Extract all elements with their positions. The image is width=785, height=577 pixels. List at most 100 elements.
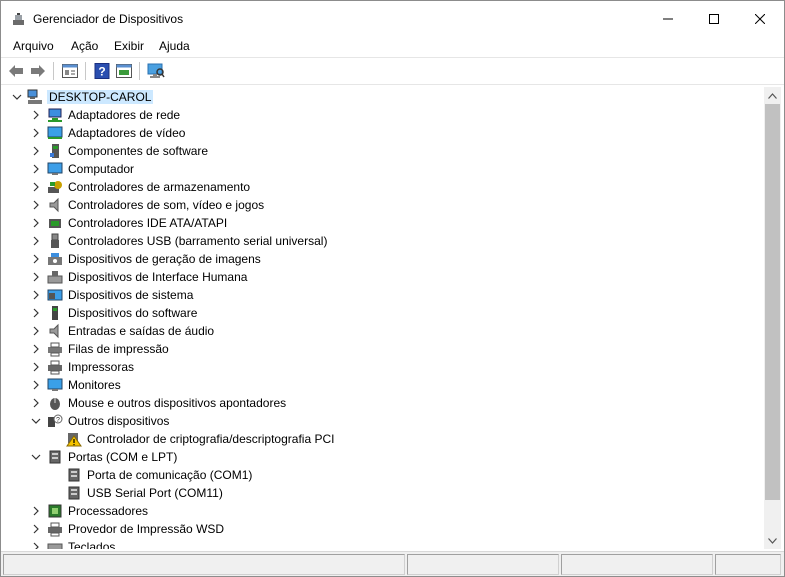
chevron-right-icon[interactable] [30, 271, 42, 283]
tree-category-label: Portas (COM e LPT) [68, 450, 178, 464]
close-icon [755, 13, 765, 24]
tree-category-label: Dispositivos de sistema [68, 288, 194, 302]
chevron-right-icon[interactable] [30, 109, 42, 121]
scan-hardware-icon [147, 63, 165, 78]
print-queue-icon [48, 342, 62, 357]
tree-category-row[interactable]: Portas (COM e LPT) [3, 448, 763, 466]
tree-category-label: Outros dispositivos [68, 414, 170, 428]
device-tree[interactable]: DESKTOP-CAROL Adaptadores de rede Adaptad… [3, 87, 763, 549]
maximize-button[interactable] [691, 1, 737, 36]
update-driver-button[interactable] [115, 62, 133, 80]
chevron-right-icon[interactable] [30, 325, 42, 337]
tree-category-label: Dispositivos de geração de imagens [68, 252, 261, 266]
processor-icon [48, 504, 62, 518]
tree-category-label: Computador [68, 162, 135, 176]
forward-button[interactable] [29, 62, 47, 80]
tree-category-row[interactable]: Adaptadores de vídeo [3, 124, 763, 142]
tree-category-row[interactable]: Mouse e outros dispositivos apontadores [3, 394, 763, 412]
tree-category-label: Adaptadores de rede [68, 108, 181, 122]
software-component-icon [50, 144, 59, 158]
tree-category-row[interactable]: Controladores IDE ATA/ATAPI [3, 214, 763, 232]
help-button[interactable]: ? [93, 62, 111, 80]
tree-category-row[interactable]: Monitores [3, 376, 763, 394]
maximize-icon [709, 13, 719, 24]
chevron-right-icon[interactable] [30, 217, 42, 229]
tree-root-row[interactable]: DESKTOP-CAROL [3, 88, 763, 106]
chevron-right-icon[interactable] [30, 145, 42, 157]
menu-exibir[interactable]: Exibir [114, 39, 144, 53]
software-device-icon [52, 306, 58, 320]
toolbar-separator [53, 62, 54, 80]
vertical-scrollbar[interactable] [764, 87, 781, 549]
chevron-right-icon[interactable] [30, 343, 42, 355]
chevron-right-icon[interactable] [30, 235, 42, 247]
tree-category-row[interactable]: Filas de impressão [3, 340, 763, 358]
tree-device-row[interactable]: USB Serial Port (COM11) [3, 484, 763, 502]
chevron-right-icon[interactable] [30, 397, 42, 409]
computer-icon [47, 162, 63, 175]
menu-acao[interactable]: Ação [71, 39, 98, 53]
tree-category-row[interactable]: Entradas e saídas de áudio [3, 322, 763, 340]
chevron-down-icon[interactable] [30, 451, 42, 463]
properties-button[interactable] [61, 62, 79, 80]
tree-category-row[interactable]: Dispositivos de geração de imagens [3, 250, 763, 268]
tree-category-row[interactable]: Controladores USB (barramento serial uni… [3, 232, 763, 250]
scroll-down-button[interactable] [764, 532, 781, 549]
tree-category-row[interactable]: Teclados [3, 538, 763, 549]
tree-category-row[interactable]: Controladores de som, vídeo e jogos [3, 196, 763, 214]
tree-category-row[interactable]: Provedor de Impressão WSD [3, 520, 763, 538]
tree-category-row[interactable]: Adaptadores de rede [3, 106, 763, 124]
menu-ajuda[interactable]: Ajuda [159, 39, 190, 53]
tree-category-row[interactable]: Dispositivos de Interface Humana [3, 268, 763, 286]
menu-arquivo[interactable]: Arquivo [13, 39, 54, 53]
scrollbar-thumb[interactable] [765, 104, 780, 500]
device-manager-app-icon [11, 11, 27, 27]
tree-category-label: Controladores de armazenamento [68, 180, 251, 194]
tree-category-row[interactable]: Controladores de armazenamento [3, 178, 763, 196]
chevron-right-icon[interactable] [30, 289, 42, 301]
tree-category-row[interactable]: Dispositivos de sistema [3, 286, 763, 304]
chevron-right-icon[interactable] [30, 181, 42, 193]
status-pane [3, 554, 405, 575]
scan-hardware-button[interactable] [147, 62, 165, 80]
chevron-right-icon[interactable] [30, 523, 42, 535]
tree-category-label: Impressoras [68, 360, 135, 374]
tree-category-label: Controladores USB (barramento serial uni… [68, 234, 328, 248]
chevron-right-icon[interactable] [30, 127, 42, 139]
chevron-right-icon[interactable] [30, 253, 42, 265]
tree-category-label: Provedor de Impressão WSD [68, 522, 225, 536]
tree-category-row[interactable]: Componentes de software [3, 142, 763, 160]
chevron-down-icon [768, 537, 777, 544]
chevron-right-icon[interactable] [30, 199, 42, 211]
storage-controller-icon [48, 181, 62, 193]
chevron-down-icon[interactable] [11, 91, 23, 103]
tree-device-row[interactable]: Controlador de criptografia/descriptogra… [3, 430, 763, 448]
chevron-right-icon[interactable] [30, 307, 42, 319]
chevron-right-icon[interactable] [30, 361, 42, 373]
chevron-right-icon[interactable] [30, 379, 42, 391]
help-icon: ? [94, 63, 110, 79]
port-icon [68, 486, 80, 500]
tree-device-row[interactable]: Porta de comunicação (COM1) [3, 466, 763, 484]
svg-text:?: ? [98, 65, 105, 79]
computer-root-icon [27, 89, 42, 104]
chevron-right-icon[interactable] [30, 163, 42, 175]
tree-category-row[interactable]: Computador [3, 160, 763, 178]
tree-category-row[interactable]: Dispositivos do software [3, 304, 763, 322]
wsd-printer-icon [48, 522, 62, 537]
chevron-right-icon[interactable] [30, 541, 42, 549]
chevron-right-icon[interactable] [30, 505, 42, 517]
tree-category-row[interactable]: Processadores [3, 502, 763, 520]
close-button[interactable] [737, 1, 783, 36]
tree-category-row[interactable]: Impressoras [3, 358, 763, 376]
chevron-down-icon[interactable] [30, 415, 42, 427]
tree-device-label: USB Serial Port (COM11) [87, 486, 223, 500]
tree-category-label: Monitores [68, 378, 121, 392]
tree-category-row[interactable]: ? Outros dispositivos [3, 412, 763, 430]
printer-icon [48, 360, 62, 375]
usb-icon [51, 233, 59, 248]
back-button[interactable] [7, 62, 25, 80]
scroll-up-button[interactable] [764, 87, 781, 104]
system-device-icon [47, 289, 63, 301]
minimize-button[interactable] [645, 1, 691, 36]
